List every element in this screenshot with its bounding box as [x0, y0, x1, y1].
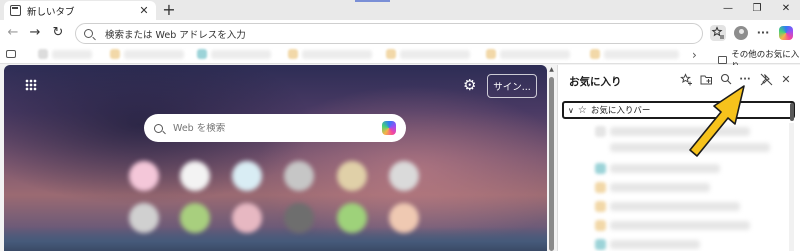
new-tab-page: ⚙ サイン...: [4, 65, 547, 251]
page-settings-gear-icon[interactable]: ⚙: [463, 76, 476, 94]
address-bar[interactable]: 検索または Web アドレスを入力: [75, 23, 703, 44]
quick-link-tile[interactable]: [284, 203, 314, 233]
new-tab-page-icon: [10, 5, 21, 16]
quick-link-tile[interactable]: [389, 203, 419, 233]
bookmark-item[interactable]: [38, 49, 48, 59]
scroll-thumb[interactable]: [549, 77, 554, 251]
unpin-icon[interactable]: [759, 73, 773, 87]
favorites-panel-title: お気に入り: [569, 76, 622, 88]
web-search-input[interactable]: [173, 122, 382, 134]
copilot-button[interactable]: [778, 25, 794, 41]
page-scrollbar[interactable]: ▲: [548, 65, 555, 251]
quick-link-tile[interactable]: [129, 203, 159, 233]
search-icon: [154, 123, 163, 133]
add-favorite-icon[interactable]: [679, 73, 693, 87]
tab-strip: 新しいタブ ✕ + — ❐ ✕: [0, 0, 800, 20]
bookmark-item[interactable]: [110, 49, 120, 59]
tab-close-icon[interactable]: ✕: [138, 4, 150, 17]
bookmark-item-label[interactable]: [400, 50, 470, 59]
back-button[interactable]: ←: [5, 25, 21, 41]
quick-link-tile[interactable]: [337, 203, 367, 233]
favorite-item[interactable]: [610, 202, 740, 211]
address-bar-text: 検索または Web アドレスを入力: [105, 29, 246, 41]
bookmark-app-icon[interactable]: [6, 50, 16, 58]
tab-title: 新しいタブ: [27, 6, 75, 18]
favorite-item[interactable]: [610, 221, 750, 230]
panel-scrollbar-track[interactable]: [789, 123, 794, 251]
star-icon: ☆: [577, 104, 587, 116]
background-landscape: [4, 227, 547, 251]
bookmark-item[interactable]: [386, 49, 396, 59]
favorites-star-icon: [711, 26, 724, 39]
bookmark-item-label[interactable]: [211, 50, 271, 59]
search-favorites-icon[interactable]: [719, 73, 733, 87]
copilot-icon: [779, 26, 793, 40]
refresh-button[interactable]: ↻: [50, 25, 66, 41]
favorites-button[interactable]: [710, 25, 726, 41]
minimize-button[interactable]: —: [720, 3, 736, 14]
quick-link-tile[interactable]: [284, 161, 314, 191]
quick-link-tile[interactable]: [129, 161, 159, 191]
web-search-box[interactable]: [144, 114, 406, 142]
favorite-item-icon[interactable]: [595, 126, 606, 137]
app-launcher-icon[interactable]: [25, 79, 37, 91]
favorites-panel: お気に入り ··· ✕ ∨ ☆ お気に入りバー: [557, 65, 800, 251]
window-close-button[interactable]: ✕: [778, 3, 794, 14]
favorite-item[interactable]: [610, 164, 720, 173]
bookmark-item[interactable]: [288, 49, 298, 59]
bookmark-item-label[interactable]: [500, 50, 570, 59]
avatar-icon: [734, 26, 748, 40]
favorite-item[interactable]: [610, 240, 700, 249]
favorite-item-icon[interactable]: [595, 163, 606, 174]
more-options-button[interactable]: ···: [738, 73, 752, 87]
sign-in-button[interactable]: サイン...: [487, 74, 537, 98]
quick-link-tile[interactable]: [389, 161, 419, 191]
bookmarks-overflow-chevron-icon[interactable]: ›: [692, 48, 697, 62]
favorite-item-icon[interactable]: [595, 239, 606, 250]
favorite-item-icon[interactable]: [595, 220, 606, 231]
favorite-item-icon[interactable]: [595, 182, 606, 193]
quick-link-tile[interactable]: [180, 203, 210, 233]
search-icon: [84, 29, 93, 38]
bookmark-item-label[interactable]: [124, 50, 184, 59]
maximize-button[interactable]: ❐: [749, 3, 765, 14]
panel-scroll-thumb[interactable]: [790, 103, 794, 121]
quick-link-tile[interactable]: [232, 203, 262, 233]
tab-strip-highlight: [355, 0, 390, 2]
chevron-down-icon[interactable]: ∨: [568, 106, 574, 115]
settings-more-button[interactable]: ···: [755, 25, 771, 41]
close-panel-icon[interactable]: ✕: [779, 73, 793, 87]
tab-new-tab[interactable]: 新しいタブ ✕: [4, 1, 156, 20]
bookmark-item-label[interactable]: [604, 50, 679, 59]
forward-button[interactable]: →: [27, 25, 43, 41]
bookmark-item[interactable]: [590, 49, 600, 59]
favorite-item[interactable]: [610, 127, 750, 136]
bookmark-item-label[interactable]: [52, 50, 92, 59]
favorite-item[interactable]: [610, 143, 770, 152]
new-tab-button[interactable]: +: [160, 1, 178, 19]
bookmarks-bar: › その他のお気に入り: [0, 46, 800, 72]
copilot-icon[interactable]: [382, 121, 396, 135]
quick-link-tile[interactable]: [180, 161, 210, 191]
scroll-up-arrow-icon[interactable]: ▲: [548, 66, 555, 73]
bookmark-item[interactable]: [197, 49, 207, 59]
bookmark-item[interactable]: [486, 49, 496, 59]
quick-link-tile[interactable]: [337, 161, 367, 191]
folder-label: お気に入りバー: [590, 106, 651, 116]
quick-link-tile[interactable]: [232, 161, 262, 191]
favorite-item[interactable]: [610, 183, 710, 192]
favorite-item-icon[interactable]: [595, 201, 606, 212]
profile-button[interactable]: [733, 25, 749, 41]
favorites-bar-folder[interactable]: ∨ ☆ お気に入りバー: [562, 101, 795, 119]
folder-icon: [718, 56, 728, 64]
address-toolbar: ← → ↻ 検索または Web アドレスを入力 ···: [0, 20, 800, 46]
bookmark-item-label[interactable]: [302, 50, 372, 59]
add-folder-icon[interactable]: [699, 73, 713, 87]
